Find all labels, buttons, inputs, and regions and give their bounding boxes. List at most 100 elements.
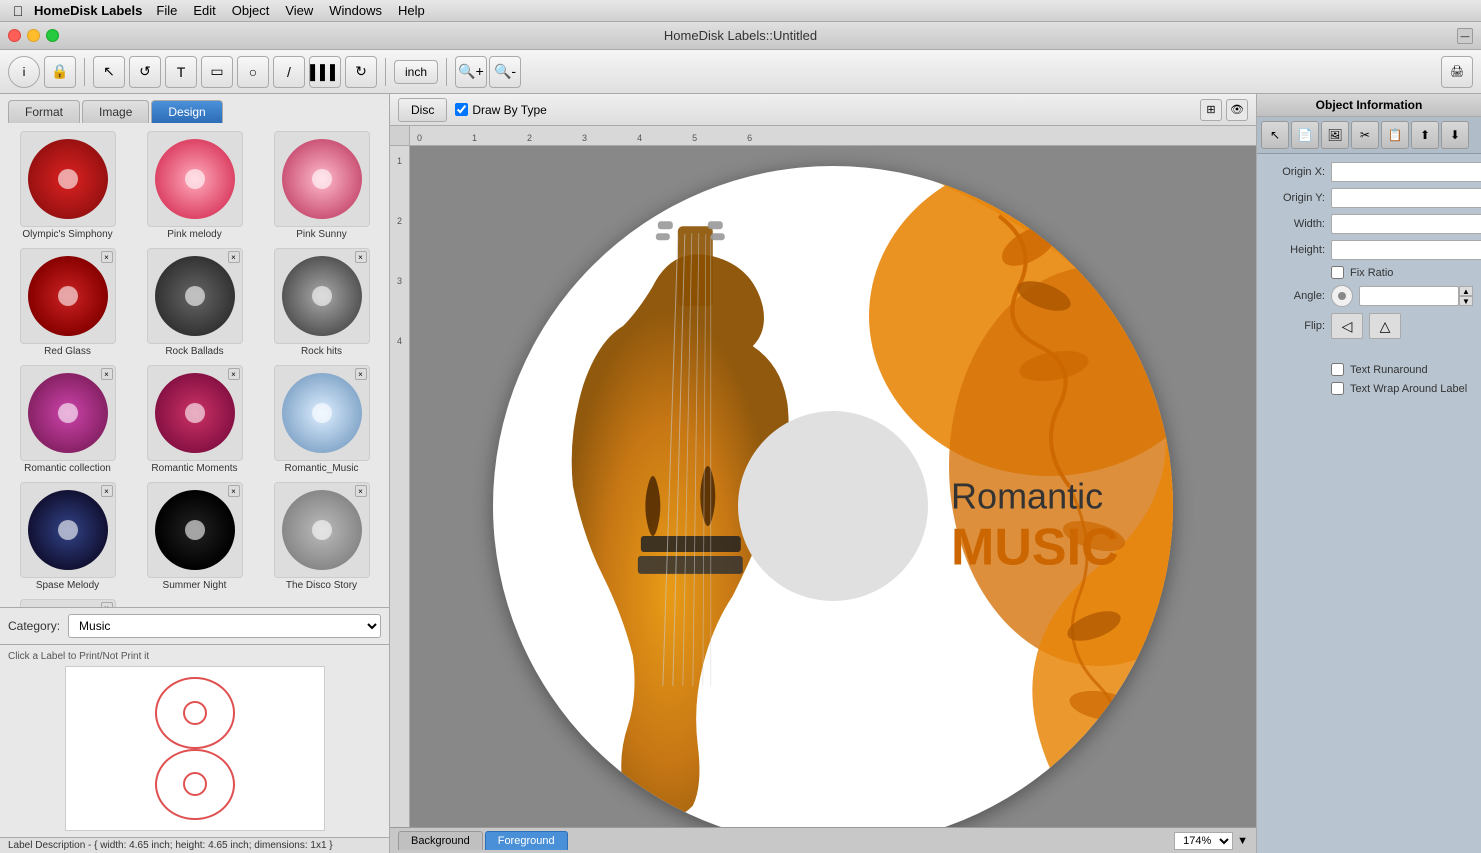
ruler-corner xyxy=(390,126,410,146)
toolbar: i 🔒 ↖ ↺ T ▭ ○ / ▌▌▌ ↻ inch 🔍+ 🔍- 🖨 xyxy=(0,50,1481,94)
rotate-tool-btn[interactable]: ↻ xyxy=(345,56,377,88)
oval-tool-btn[interactable]: ○ xyxy=(237,56,269,88)
window-minimize-icon[interactable]: — xyxy=(1457,28,1473,44)
gallery-item-romantic-collection[interactable]: × Romantic collection xyxy=(6,363,129,476)
disc-button[interactable]: Disc xyxy=(398,98,447,122)
toolbar-separator-3 xyxy=(446,58,447,86)
close-button[interactable] xyxy=(8,29,21,42)
spacer xyxy=(1265,345,1473,357)
zoom-in-btn[interactable]: 🔍+ xyxy=(455,56,487,88)
width-input[interactable] xyxy=(1331,214,1481,234)
canvas-eye-btn[interactable]: 👁 xyxy=(1226,99,1248,121)
minimize-button[interactable] xyxy=(27,29,40,42)
angle-group: ▲ ▼ xyxy=(1359,286,1473,306)
gallery-item-rock-ballads[interactable]: × Rock Ballads xyxy=(133,246,256,359)
gallery-close-romantic-moments[interactable]: × xyxy=(228,368,240,380)
gallery-thumb-romantic-music xyxy=(282,373,362,453)
info-tool-btn[interactable]: i xyxy=(8,56,40,88)
zoom-button[interactable] xyxy=(46,29,59,42)
text-tool-btn[interactable]: T xyxy=(165,56,197,88)
menu-help[interactable]: Help xyxy=(390,1,433,20)
obj-tool-2[interactable]: 📄 xyxy=(1291,121,1319,149)
gallery-item-pink-sunny[interactable]: Pink Sunny xyxy=(260,129,383,242)
text-runaround-checkbox[interactable] xyxy=(1331,363,1344,376)
gallery-item-rock-hits[interactable]: × Rock hits xyxy=(260,246,383,359)
main-layout: Format Image Design Olympic's Simphony P… xyxy=(0,94,1481,853)
print-disc-1[interactable] xyxy=(155,677,235,749)
unit-selector[interactable]: inch xyxy=(394,60,438,84)
category-select[interactable]: Music Business Data Movies xyxy=(68,614,381,638)
menu-edit[interactable]: Edit xyxy=(185,1,223,20)
canvas-layers-btn[interactable]: ⊞ xyxy=(1200,99,1222,121)
draw-by-type-checkbox[interactable] xyxy=(455,103,468,116)
gallery-close-romantic-music[interactable]: × xyxy=(355,368,367,380)
category-label: Category: xyxy=(8,619,60,633)
height-input[interactable] xyxy=(1331,240,1481,260)
obj-tool-6[interactable]: ⬆ xyxy=(1411,121,1439,149)
gallery-close-summer-night[interactable]: × xyxy=(228,485,240,497)
gallery-item-olympic[interactable]: Olympic's Simphony xyxy=(6,129,129,242)
gallery-item-violet[interactable]: × Violet by Step xyxy=(6,597,129,607)
gallery-item-spase-melody[interactable]: × Spase Melody xyxy=(6,480,129,593)
gallery-item-romantic-moments[interactable]: × Romantic Moments xyxy=(133,363,256,476)
gallery-close-rock-ballads[interactable]: × xyxy=(228,251,240,263)
print-btn[interactable]: 🖨 xyxy=(1441,56,1473,88)
menu-object[interactable]: Object xyxy=(224,1,278,20)
angle-dot xyxy=(1338,292,1346,300)
object-info-title: Object Information xyxy=(1257,94,1481,117)
line-tool-btn[interactable]: / xyxy=(273,56,305,88)
print-disc-2[interactable] xyxy=(155,749,235,821)
menu-file[interactable]: File xyxy=(148,1,185,20)
menu-windows[interactable]: Windows xyxy=(321,1,390,20)
angle-up[interactable]: ▲ xyxy=(1459,286,1473,296)
lock-tool-btn[interactable]: 🔒 xyxy=(44,56,76,88)
fix-ratio-label: Fix Ratio xyxy=(1350,267,1393,279)
fix-ratio-checkbox[interactable] xyxy=(1331,266,1344,279)
angle-down[interactable]: ▼ xyxy=(1459,296,1473,306)
gallery-label-rock-hits: Rock hits xyxy=(262,346,381,357)
gallery-item-pink-melody[interactable]: Pink melody xyxy=(133,129,256,242)
obj-tool-7[interactable]: ⬇ xyxy=(1441,121,1469,149)
obj-tool-5[interactable]: 📋 xyxy=(1381,121,1409,149)
obj-tool-4[interactable]: ✂ xyxy=(1351,121,1379,149)
canvas-area: Disc Draw By Type ⊞ 👁 0 1 2 3 4 xyxy=(390,94,1256,853)
zoom-out-btn[interactable]: 🔍- xyxy=(489,56,521,88)
foreground-tab[interactable]: Foreground xyxy=(485,831,568,850)
canvas-main[interactable]: Romantic MUSIC xyxy=(410,146,1256,827)
gallery-close-spase-melody[interactable]: × xyxy=(101,485,113,497)
tab-bar: Format Image Design xyxy=(0,94,389,123)
barcode-tool-btn[interactable]: ▌▌▌ xyxy=(309,56,341,88)
gallery-label-romantic-moments: Romantic Moments xyxy=(135,463,254,474)
undo-tool-btn[interactable]: ↺ xyxy=(129,56,161,88)
gallery-close-violet[interactable]: × xyxy=(101,602,113,607)
width-label: Width: xyxy=(1265,218,1325,230)
object-info-form: Origin X: ▲ ▼ Origin Y: ▲ ▼ xyxy=(1257,154,1481,853)
tab-design[interactable]: Design xyxy=(151,100,222,123)
origin-y-input[interactable] xyxy=(1331,188,1481,208)
menu-view[interactable]: View xyxy=(277,1,321,20)
background-tab[interactable]: Background xyxy=(398,831,483,850)
angle-input[interactable] xyxy=(1359,286,1459,306)
gallery-item-red-glass[interactable]: × Red Glass xyxy=(6,246,129,359)
vertical-ruler: 1234 xyxy=(390,146,410,827)
flip-horizontal-btn[interactable]: ◁ xyxy=(1331,313,1363,339)
tab-format[interactable]: Format xyxy=(8,100,80,123)
origin-x-input[interactable] xyxy=(1331,162,1481,182)
gallery-close-red-glass[interactable]: × xyxy=(101,251,113,263)
pointer-tool-btn[interactable]: ↖ xyxy=(93,56,125,88)
tab-image[interactable]: Image xyxy=(82,100,149,123)
rectangle-tool-btn[interactable]: ▭ xyxy=(201,56,233,88)
gallery-item-romantic-music[interactable]: × Romantic_Music xyxy=(260,363,383,476)
gallery-item-summer-night[interactable]: × Summer Night xyxy=(133,480,256,593)
gallery-close-rock-hits[interactable]: × xyxy=(355,251,367,263)
gallery-item-disco-story[interactable]: × The Disco Story xyxy=(260,480,383,593)
origin-x-row: Origin X: ▲ ▼ xyxy=(1265,162,1473,182)
gallery-close-romantic-collection[interactable]: × xyxy=(101,368,113,380)
zoom-select[interactable]: 174% 100% 150% 200% xyxy=(1174,832,1233,850)
obj-tool-1[interactable]: ↖ xyxy=(1261,121,1289,149)
obj-tool-3[interactable]: 🖼 xyxy=(1321,121,1349,149)
text-wrap-checkbox[interactable] xyxy=(1331,382,1344,395)
gallery-close-disco-story[interactable]: × xyxy=(355,485,367,497)
apple-menu[interactable]:  xyxy=(8,3,28,19)
flip-vertical-btn[interactable]: △ xyxy=(1369,313,1401,339)
